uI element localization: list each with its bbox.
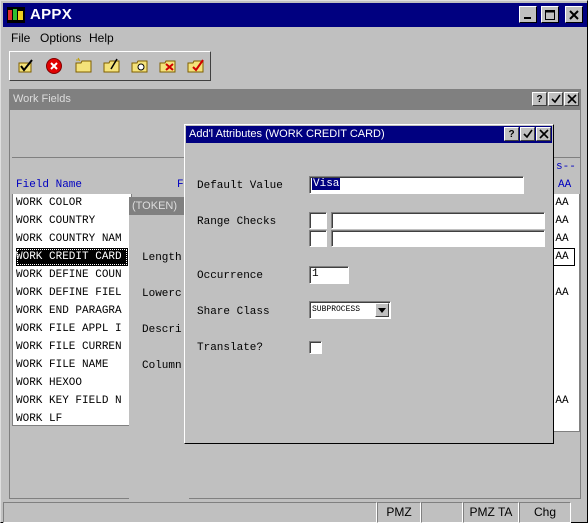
field-list: WORK COLOR WORK COUNTRY WORK COUNTRY NAM… [12,194,132,426]
default-value-text: Visa [312,178,341,190]
folder-delete-icon[interactable] [158,56,178,76]
status-message [3,502,377,523]
range-check-value-1[interactable] [331,212,545,229]
chevron-down-icon[interactable] [375,303,389,317]
checkmark-icon[interactable] [16,56,36,76]
list-item[interactable]: WORK END PARAGRA [16,302,128,320]
range-checks-label: Range Checks [197,216,277,228]
work-fields-title-bar[interactable]: Work Fields ? [10,90,580,110]
menu-help[interactable]: Help [89,31,114,45]
folder-new-icon[interactable] [74,56,94,76]
list-item[interactable]: WORK FILE NAME [16,356,128,374]
list-item[interactable]: WORK COUNTRY [16,212,128,230]
menu-options[interactable]: Options [40,31,81,45]
work-fields-title: Work Fields [13,93,71,105]
column-f: F [177,179,184,191]
list-item[interactable]: WORK COLOR [16,194,128,212]
token-title-bar[interactable]: (TOKEN) [129,197,189,215]
translate-checkbox[interactable] [309,341,322,354]
folder-search-icon[interactable] [130,56,150,76]
help-icon[interactable]: ? [504,127,519,141]
list-item[interactable]: WORK FILE CURREN [16,338,128,356]
close-icon[interactable] [565,6,583,23]
list-item-selected[interactable]: WORK CREDIT CARD [16,248,128,266]
maximize-icon[interactable] [541,6,559,23]
range-check-value-2[interactable] [331,230,545,247]
list-item[interactable]: WORK KEY FIELD N [16,392,128,410]
status-pmz-ta: PMZ TA [463,502,519,523]
occurrence-field[interactable]: 1 [309,266,349,284]
range-check-op-2[interactable] [309,230,327,247]
title-bar[interactable]: APPX [3,3,587,27]
column-right-header: s-- [556,161,576,173]
close-icon[interactable] [564,92,579,106]
status-blank [421,502,463,523]
column-right-sub: AA [558,179,572,191]
share-class-label: Share Class [197,306,270,318]
check-icon[interactable] [548,92,563,106]
range-check-op-1[interactable] [309,212,327,229]
list-item[interactable]: WORK LF [16,410,128,428]
dialog-title: Add'l Attributes (WORK CREDIT CARD) [189,128,385,140]
menu-file[interactable]: File [11,31,30,45]
app-window: APPX File Options Help Work Fields ? Fie… [0,0,588,523]
menu-bar: File Options Help [3,28,587,48]
token-window: (TOKEN) Length Lowerc Descri Column [129,197,189,500]
token-label-length: Length [142,252,182,264]
default-value-field[interactable]: Visa [309,176,524,194]
window-title: APPX [30,6,73,23]
token-label-descri: Descri [142,324,182,336]
status-pmz: PMZ [377,502,421,523]
addl-attributes-dialog: Add'l Attributes (WORK CREDIT CARD) ? De… [184,124,554,444]
close-icon[interactable] [536,127,551,141]
dialog-title-bar[interactable]: Add'l Attributes (WORK CREDIT CARD) ? [186,126,552,143]
check-icon[interactable] [520,127,535,141]
default-value-label: Default Value [197,180,283,192]
help-icon[interactable]: ? [532,92,547,106]
toolbar [9,51,211,81]
translate-label: Translate? [197,342,264,354]
folder-check-icon[interactable] [186,56,206,76]
token-title: (TOKEN) [132,200,178,212]
token-label-column: Column [142,360,182,372]
status-bar: PMZ PMZ TA Chg [3,501,587,523]
column-field-name: Field Name [16,179,83,191]
share-class-select[interactable]: SUBPROCESS [309,301,391,319]
list-item[interactable]: WORK FILE APPL I [16,320,128,338]
list-item[interactable]: WORK HEXOO [16,374,128,392]
cancel-icon[interactable] [44,56,64,76]
token-label-lowerc: Lowerc [142,288,182,300]
folder-edit-icon[interactable] [102,56,122,76]
list-item[interactable]: WORK DEFINE COUN [16,266,128,284]
list-item[interactable]: WORK DEFINE FIEL [16,284,128,302]
status-chg: Chg [519,502,571,523]
share-class-value: SUBPROCESS [312,305,361,314]
app-icon [7,7,25,23]
list-item[interactable]: WORK COUNTRY NAM [16,230,128,248]
minimize-icon[interactable] [519,6,537,23]
occurrence-label: Occurrence [197,270,264,282]
